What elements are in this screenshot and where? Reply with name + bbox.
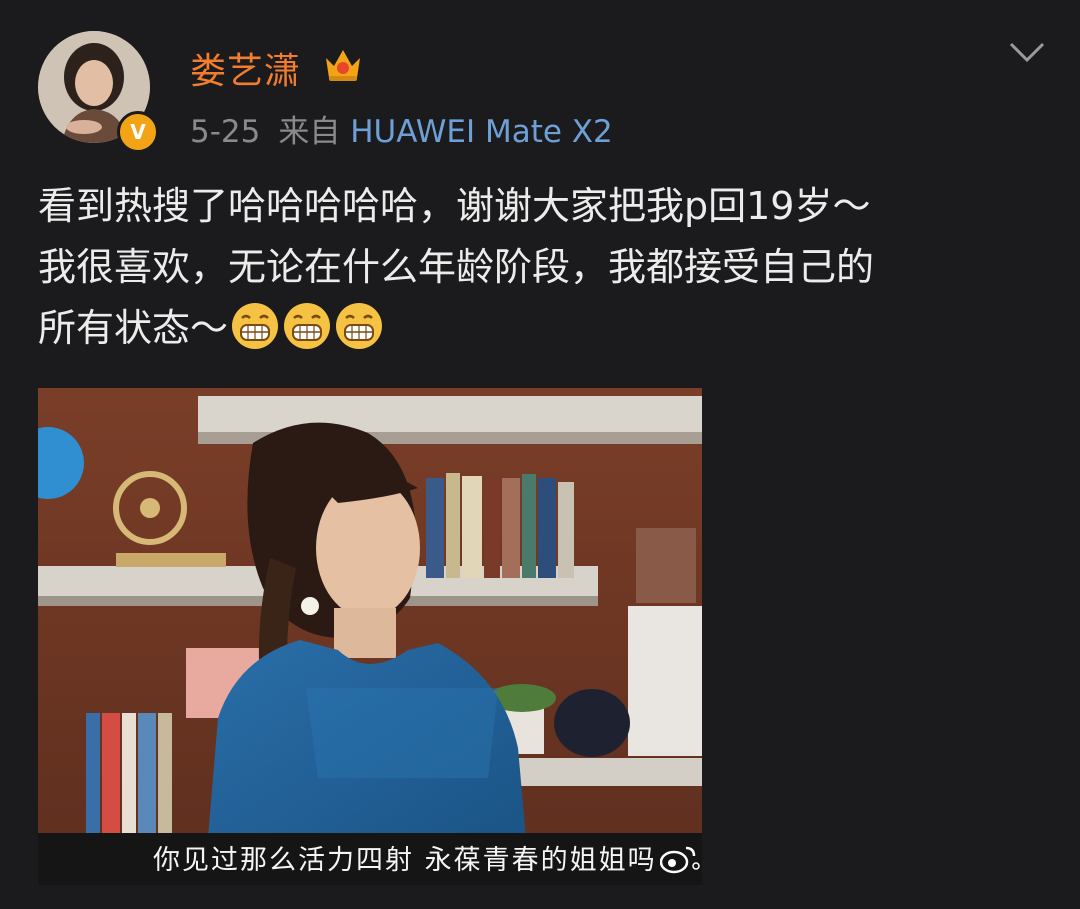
grin-emoji-icon — [336, 303, 383, 349]
device-link[interactable]: HUAWEI Mate X2 — [350, 114, 613, 150]
books — [426, 473, 574, 578]
post-text: 看到热搜了哈哈哈哈哈，谢谢大家把我p回19岁～ 我很喜欢，无论在什么年龄阶段，我都… — [38, 176, 1048, 359]
source-label: 来自 — [278, 114, 341, 150]
post-meta: 5-25 来自 HUAWEI Mate X2 — [190, 106, 613, 151]
video-subtitle: 你见过那么活力四射 永葆青春的姐姐吗 — [153, 845, 657, 876]
post-image[interactable]: 你见过那么活力四射 永葆青春的姐姐吗 — [38, 388, 702, 885]
username[interactable]: 娄艺潇 — [190, 42, 301, 94]
grin-emoji-icon — [284, 303, 331, 349]
post-date: 5-25 — [190, 114, 261, 150]
avatar-container[interactable]: V — [38, 31, 159, 153]
chevron-down-icon[interactable] — [1008, 40, 1046, 64]
post-text-tail: 所有状态～ — [38, 306, 229, 350]
verified-badge-icon: V — [117, 111, 159, 153]
crown-icon[interactable] — [322, 44, 364, 84]
post-text-line: 看到热搜了哈哈哈哈哈，谢谢大家把我p回19岁～ — [38, 184, 871, 228]
weibo-watermark-icon — [660, 846, 700, 874]
grin-emoji-icon — [232, 303, 279, 349]
post-text-line: 我很喜欢，无论在什么年龄阶段，我都接受自己的 — [38, 245, 875, 289]
post-text-line: 所有状态～ — [38, 298, 1048, 359]
video-still-illustration — [38, 388, 702, 885]
